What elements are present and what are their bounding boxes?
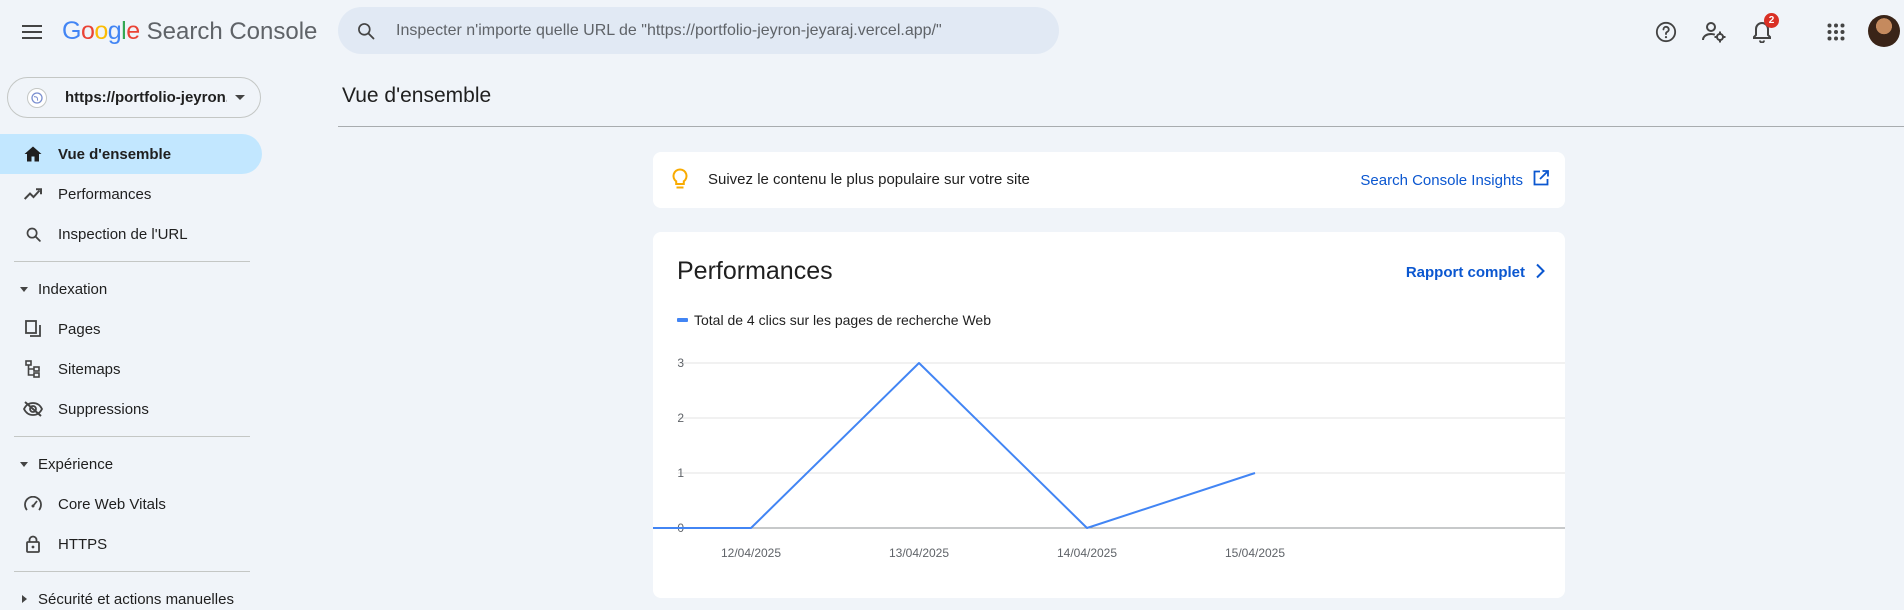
sidebar-item-overview[interactable]: Vue d'ensemble (0, 134, 262, 174)
property-label: https://portfolio-jeyron... (65, 89, 227, 106)
apps-icon (1827, 23, 1845, 41)
dropdown-arrow-icon (235, 95, 245, 100)
performance-title: Performances (677, 257, 833, 285)
section-indexing[interactable]: Indexation (0, 269, 262, 309)
section-security[interactable]: Sécurité et actions manuelles (0, 579, 262, 610)
open-in-new-icon[interactable] (1533, 170, 1549, 191)
caret-down-icon (20, 286, 28, 292)
sidebar-item-url-inspection[interactable]: Inspection de l'URL (0, 214, 262, 254)
sidebar-item-label: Suppressions (58, 400, 149, 418)
property-selector[interactable]: https://portfolio-jeyron... (7, 77, 261, 118)
section-label: Indexation (38, 280, 108, 298)
section-experience[interactable]: Expérience (0, 444, 262, 484)
series-line (653, 362, 1256, 529)
tip-text: Suivez le contenu le plus populaire sur … (708, 171, 1030, 188)
caret-down-icon (20, 461, 28, 467)
page-title: Vue d'ensemble (342, 84, 492, 107)
notifications-button[interactable]: 2 (1747, 13, 1779, 47)
manage-users-button[interactable] (1699, 17, 1729, 47)
sidebar: Vue d'ensemble Performances Inspection d… (0, 134, 262, 610)
menu-button[interactable] (18, 18, 46, 46)
sidebar-item-https[interactable]: HTTPS (0, 524, 262, 564)
y-tick-label: 1 (677, 466, 684, 480)
x-tick-label: 12/04/2025 (721, 546, 781, 560)
search-input[interactable] (396, 21, 1036, 40)
section-label: Expérience (38, 455, 114, 473)
search-icon (354, 19, 378, 43)
apps-button[interactable] (1821, 17, 1851, 47)
sidebar-item-label: Sitemaps (58, 360, 121, 378)
divider (338, 126, 1904, 127)
section-label: Sécurité et actions manuelles (38, 590, 234, 608)
divider (14, 261, 250, 262)
lock-icon (23, 534, 43, 554)
help-icon (1655, 21, 1677, 43)
google-wordmark: Google (62, 17, 140, 46)
caret-right-icon (22, 595, 27, 603)
performance-chart: 012311/04/202512/04/202513/04/202514/04/… (653, 356, 1565, 560)
logo-letter: g (107, 17, 122, 45)
manage-users-icon (1702, 22, 1726, 43)
lightbulb-icon (671, 168, 689, 195)
x-tick-label: 15/04/2025 (1225, 546, 1285, 560)
search-console-insights-link[interactable]: Search Console Insights (1360, 172, 1523, 189)
divider (14, 436, 250, 437)
product-name: Search Console (146, 18, 318, 45)
speed-icon (23, 494, 43, 514)
sidebar-item-label: HTTPS (58, 535, 108, 553)
logo-letter: o (94, 17, 108, 45)
y-tick-label: 3 (677, 356, 684, 370)
url-inspection-search[interactable] (338, 7, 1059, 54)
globe-icon (27, 87, 47, 108)
full-report-link[interactable]: Rapport complet (1406, 264, 1525, 281)
insights-tip-card: Suivez le contenu le plus populaire sur … (653, 152, 1565, 208)
home-icon (23, 144, 43, 164)
sidebar-item-sitemaps[interactable]: Sitemaps (0, 349, 262, 389)
logo-letter: o (80, 17, 95, 45)
performance-card: 012311/04/202512/04/202513/04/202514/04/… (653, 232, 1565, 598)
sidebar-item-core-web-vitals[interactable]: Core Web Vitals (0, 484, 262, 524)
sidebar-item-label: Performances (58, 185, 152, 203)
search-icon (23, 224, 43, 244)
avatar[interactable] (1868, 15, 1900, 47)
sitemap-icon (23, 359, 43, 379)
help-button[interactable] (1651, 17, 1681, 47)
sidebar-item-label: Pages (58, 320, 101, 338)
sidebar-item-removals[interactable]: Suppressions (0, 389, 262, 429)
logo-letter: G (62, 17, 81, 45)
y-tick-label: 2 (677, 411, 684, 425)
x-tick-label: 13/04/2025 (889, 546, 949, 560)
sidebar-item-label: Core Web Vitals (58, 495, 166, 513)
x-tick-label: 14/04/2025 (1057, 546, 1117, 560)
search-console-logo[interactable]: Google Search Console (62, 17, 317, 46)
sidebar-item-label: Inspection de l'URL (58, 225, 188, 243)
top-bar: Google Search Console 2 (0, 0, 1904, 64)
menu-icon (22, 25, 42, 39)
logo-letter: e (126, 17, 140, 45)
sidebar-item-performance[interactable]: Performances (0, 174, 262, 214)
notification-badge: 2 (1764, 13, 1779, 28)
legend-swatch (677, 318, 688, 322)
visibility-off-icon (23, 399, 43, 419)
legend-label: Total de 4 clics sur les pages de recher… (694, 312, 992, 328)
divider (14, 571, 250, 572)
trending-up-icon (23, 184, 43, 204)
chart-legend: Total de 4 clics sur les pages de recher… (677, 312, 991, 328)
sidebar-item-label: Vue d'ensemble (58, 145, 172, 163)
chevron-right-icon[interactable] (1535, 263, 1545, 284)
pages-icon (23, 319, 43, 339)
sidebar-item-pages[interactable]: Pages (0, 309, 262, 349)
